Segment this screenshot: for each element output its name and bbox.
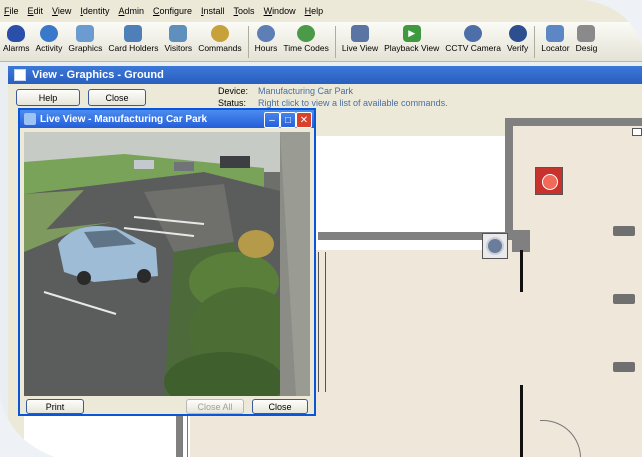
- help-button[interactable]: Help: [16, 89, 80, 106]
- close-button[interactable]: Close: [88, 89, 146, 106]
- design-icon: [577, 25, 596, 42]
- wall: [318, 252, 326, 392]
- application-frame: File Edit View Identity Admin Configure …: [0, 0, 642, 457]
- hours-clock-icon: [257, 25, 275, 42]
- toolbar-card-holders-button[interactable]: Card Holders: [105, 22, 161, 53]
- door: [520, 385, 523, 457]
- maximize-button[interactable]: □: [280, 112, 296, 128]
- device-label: Device:: [218, 86, 249, 96]
- alarm-device-icon[interactable]: [535, 167, 563, 195]
- toolbar-design-button[interactable]: Desig: [573, 22, 601, 53]
- map-marker: [632, 128, 642, 136]
- toolbar-locator-button[interactable]: Locator: [538, 22, 572, 53]
- menu-bar: File Edit View Identity Admin Configure …: [0, 0, 642, 22]
- menu-file[interactable]: File: [4, 6, 19, 16]
- toolbar-commands-button[interactable]: Commands: [195, 22, 244, 53]
- menu-install[interactable]: Install: [201, 6, 225, 16]
- live-view-icon: [24, 113, 36, 125]
- toolbar-separator: [247, 26, 249, 58]
- activity-eye-icon: [39, 25, 58, 42]
- door: [520, 250, 523, 292]
- toolbar-verify-button[interactable]: Verify: [504, 22, 531, 53]
- toolbar-graphics-button[interactable]: Graphics: [65, 22, 105, 53]
- toolbar-time-codes-button[interactable]: Time Codes: [280, 22, 332, 53]
- live-view-window: Live View - Manufacturing Car Park – □ ✕: [18, 108, 316, 416]
- menu-tools[interactable]: Tools: [234, 6, 255, 16]
- wall: [512, 230, 530, 252]
- alarm-bell-icon: [7, 25, 26, 42]
- camera-video-feed[interactable]: [24, 132, 310, 396]
- close-window-button[interactable]: ✕: [296, 112, 312, 128]
- wall: [505, 118, 642, 126]
- menu-view[interactable]: View: [52, 6, 71, 16]
- wall-device-icon[interactable]: [613, 294, 635, 304]
- graphics-window-title: View - Graphics - Ground: [32, 69, 164, 81]
- menu-window[interactable]: Window: [264, 6, 296, 16]
- menu-admin[interactable]: Admin: [118, 6, 144, 16]
- room-area: [505, 122, 642, 457]
- graphics-window-titlebar[interactable]: View - Graphics - Ground: [8, 66, 642, 84]
- graphics-map-icon: [76, 25, 95, 42]
- minimize-button[interactable]: –: [264, 112, 280, 128]
- toolbar-hours-button[interactable]: Hours: [252, 22, 281, 53]
- cctv-camera-icon: [464, 25, 483, 42]
- live-view-close-button[interactable]: Close: [252, 399, 308, 414]
- playback-view-icon: ▶: [402, 25, 421, 42]
- status-label: Status:: [218, 98, 247, 108]
- wall-device-icon[interactable]: [613, 362, 635, 372]
- toolbar-playback-view-button[interactable]: ▶ Playback View: [381, 22, 442, 53]
- toolbar-separator: [334, 26, 336, 58]
- time-codes-icon: [297, 25, 316, 42]
- menu-configure[interactable]: Configure: [153, 6, 192, 16]
- locator-icon: [546, 25, 565, 42]
- close-all-button: Close All: [186, 399, 244, 414]
- toolbar-visitors-button[interactable]: Visitors: [161, 22, 195, 53]
- toolbar-cctv-camera-button[interactable]: CCTV Camera: [442, 22, 504, 53]
- status-value: Right click to view a list of available …: [258, 98, 448, 108]
- toolbar-alarms-button[interactable]: Alarms: [0, 22, 32, 53]
- live-view-icon: [350, 25, 369, 42]
- wall: [505, 118, 513, 238]
- menu-edit[interactable]: Edit: [28, 6, 44, 16]
- print-button[interactable]: Print: [26, 399, 84, 414]
- video-frame: [24, 132, 310, 396]
- window-icon: [14, 69, 26, 81]
- live-view-title: Live View - Manufacturing Car Park: [40, 113, 208, 125]
- toolbar-live-view-button[interactable]: Live View: [339, 22, 381, 53]
- camera-device-icon[interactable]: [482, 233, 508, 259]
- verify-icon: [508, 25, 527, 42]
- main-toolbar: Alarms Activity Graphics Card Holders Vi…: [0, 22, 642, 62]
- device-value: Manufacturing Car Park: [258, 86, 354, 96]
- menu-help[interactable]: Help: [305, 6, 324, 16]
- wall-device-icon[interactable]: [613, 226, 635, 236]
- toolbar-separator: [534, 26, 536, 58]
- card-holders-icon: [124, 25, 143, 42]
- menu-identity[interactable]: Identity: [80, 6, 109, 16]
- commands-icon: [210, 25, 229, 42]
- toolbar-activity-button[interactable]: Activity: [32, 22, 65, 53]
- visitors-icon: [169, 25, 188, 42]
